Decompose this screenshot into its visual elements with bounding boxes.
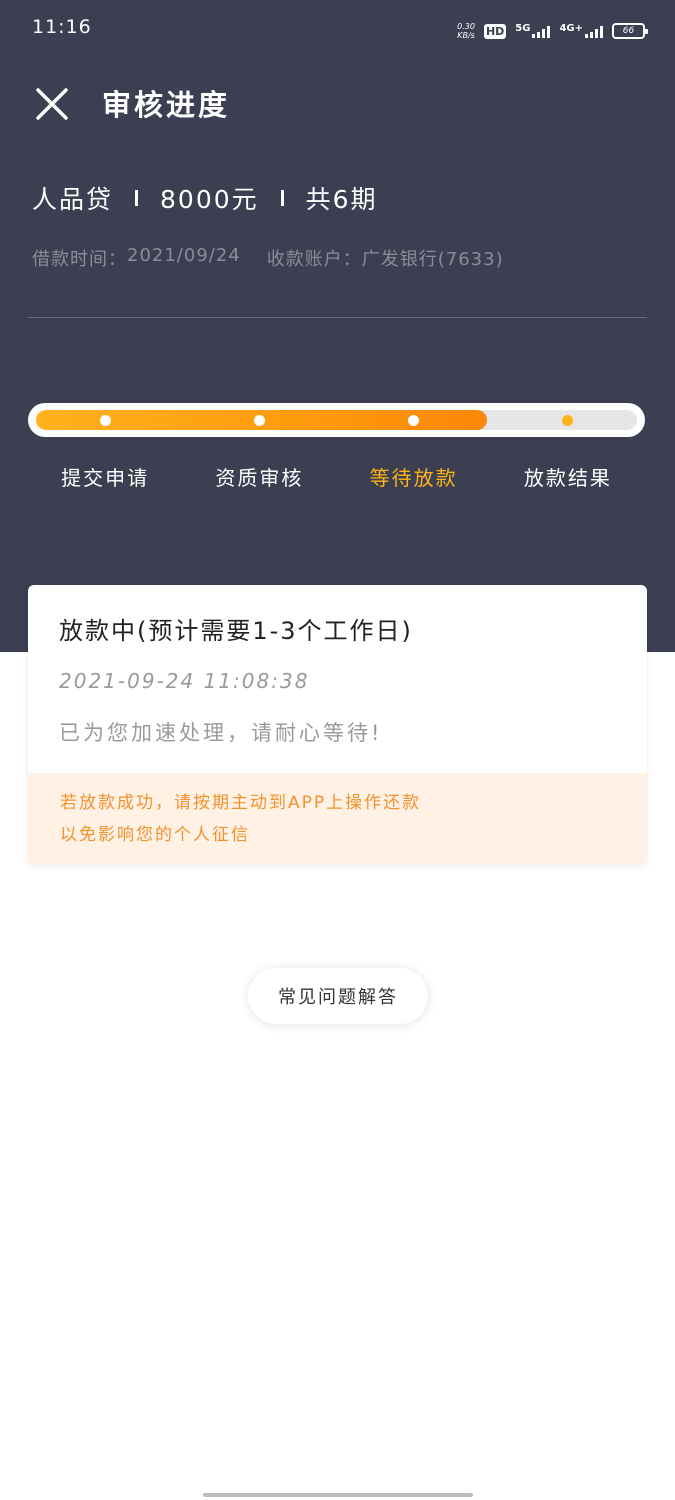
status-icons: 0.30 KB/s HD 5G 4G+ 66 <box>457 18 648 44</box>
home-indicator[interactable] <box>203 1493 473 1497</box>
page-title: 审核进度 <box>102 88 231 122</box>
status-bar: 11:16 0.30 KB/s HD 5G 4G+ 66 <box>0 0 675 56</box>
status-timestamp: 2021-09-24 11:08:38 <box>59 669 310 693</box>
loan-amount: 8000元 <box>160 185 259 214</box>
step-label-result: 放款结果 <box>523 466 612 490</box>
progress-steps: 提交申请 资质审核 等待放款 放款结果 <box>28 462 645 494</box>
divider <box>28 317 647 318</box>
status-card: 放款中(预计需要1-3个工作日) 2021-09-24 11:08:38 已为您… <box>28 585 647 864</box>
step-dot-review <box>253 415 265 426</box>
faq-button[interactable]: 常见问题解答 <box>248 968 428 1024</box>
separator <box>135 190 139 206</box>
step-label-review: 资质审核 <box>215 466 304 490</box>
sim2-network-label: 4G+ <box>559 23 583 34</box>
step-dot-submit <box>99 415 111 426</box>
status-title: 放款中(预计需要1-3个工作日) <box>59 617 413 645</box>
net-speed-unit: KB/s <box>457 31 475 40</box>
notice-line-1: 若放款成功，请按期主动到APP上操作还款 <box>60 793 422 813</box>
progress-track <box>36 410 637 430</box>
loan-info: 借款时间： 2021/09/24 收款账户： 广发银行(7633) <box>32 245 504 271</box>
battery-icon: 66 <box>612 23 648 39</box>
status-time: 11:16 <box>32 16 92 38</box>
account-label: 收款账户： <box>266 249 362 270</box>
account-value: 广发银行(7633) <box>361 249 504 270</box>
hd-voice-icon: HD <box>483 23 507 39</box>
separator <box>280 190 284 206</box>
loan-periods: 共6期 <box>305 185 378 214</box>
repayment-notice: 若放款成功，请按期主动到APP上操作还款 以免影响您的个人征信 <box>28 773 647 864</box>
net-speed-value: 0.30 <box>457 22 475 31</box>
progress-bar <box>28 403 645 437</box>
loan-summary: 人品贷 8000元 共6期 <box>32 180 378 216</box>
step-label-waiting: 等待放款 <box>369 466 458 490</box>
sim1-signal-icon: 5G <box>515 23 551 38</box>
close-button[interactable] <box>34 86 70 122</box>
loan-date-label: 借款时间： <box>32 249 127 270</box>
status-message: 已为您加速处理，请耐心等待! <box>59 721 383 745</box>
sim1-network-label: 5G <box>515 23 531 34</box>
step-label-submit: 提交申请 <box>61 466 150 490</box>
sim2-signal-icon: 4G+ <box>559 24 603 38</box>
close-icon <box>36 88 68 120</box>
loan-date-value: 2021/09/24 <box>127 245 241 266</box>
loan-product: 人品贷 <box>32 185 114 214</box>
notice-line-2: 以免影响您的个人征信 <box>60 825 250 845</box>
network-speed: 0.30 KB/s <box>457 22 475 40</box>
